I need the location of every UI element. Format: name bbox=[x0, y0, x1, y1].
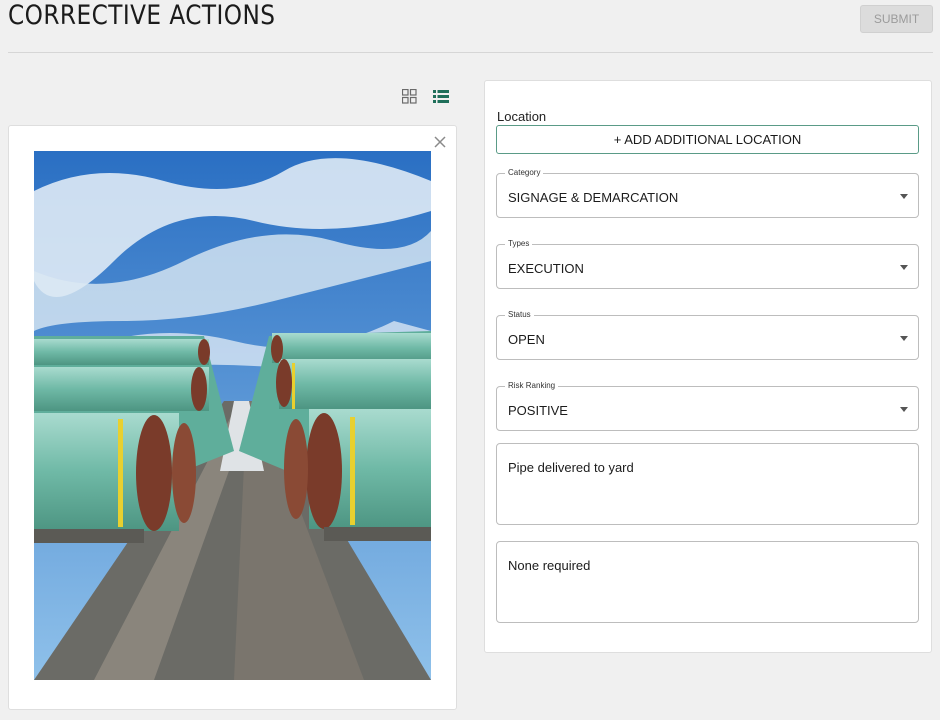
status-value: OPEN bbox=[508, 332, 545, 347]
chevron-down-icon bbox=[900, 407, 908, 412]
risk-ranking-value: POSITIVE bbox=[508, 403, 568, 418]
header-divider bbox=[8, 52, 933, 53]
category-label: Category bbox=[505, 168, 544, 177]
pipe-yard-photo bbox=[34, 151, 431, 680]
submit-button[interactable]: SUBMIT bbox=[860, 5, 933, 33]
chevron-down-icon bbox=[900, 194, 908, 199]
list-view-toggle[interactable] bbox=[432, 88, 450, 104]
remove-photo-button[interactable] bbox=[432, 134, 448, 150]
types-label: Types bbox=[505, 239, 533, 248]
risk-ranking-label: Risk Ranking bbox=[505, 381, 559, 390]
category-select[interactable]: Category SIGNAGE & DEMARCATION bbox=[496, 168, 919, 218]
grid-view-toggle[interactable] bbox=[400, 88, 418, 104]
location-label: Location bbox=[497, 109, 547, 124]
description-textarea[interactable]: Pipe delivered to yard bbox=[496, 443, 919, 525]
risk-ranking-select[interactable]: Risk Ranking POSITIVE bbox=[496, 381, 919, 431]
status-select[interactable]: Status OPEN bbox=[496, 310, 919, 360]
action-textarea[interactable]: None required bbox=[496, 541, 919, 623]
status-label: Status bbox=[505, 310, 534, 319]
add-location-button[interactable]: + ADD ADDITIONAL LOCATION bbox=[496, 125, 919, 154]
chevron-down-icon bbox=[900, 265, 908, 270]
types-value: EXECUTION bbox=[508, 261, 584, 276]
grid-icon bbox=[401, 88, 417, 104]
chevron-down-icon bbox=[900, 336, 908, 341]
category-value: SIGNAGE & DEMARCATION bbox=[508, 190, 679, 205]
page-title: CORRECTIVE ACTIONS bbox=[8, 0, 276, 31]
close-icon bbox=[434, 136, 446, 148]
list-icon bbox=[433, 89, 449, 103]
types-select[interactable]: Types EXECUTION bbox=[496, 239, 919, 289]
